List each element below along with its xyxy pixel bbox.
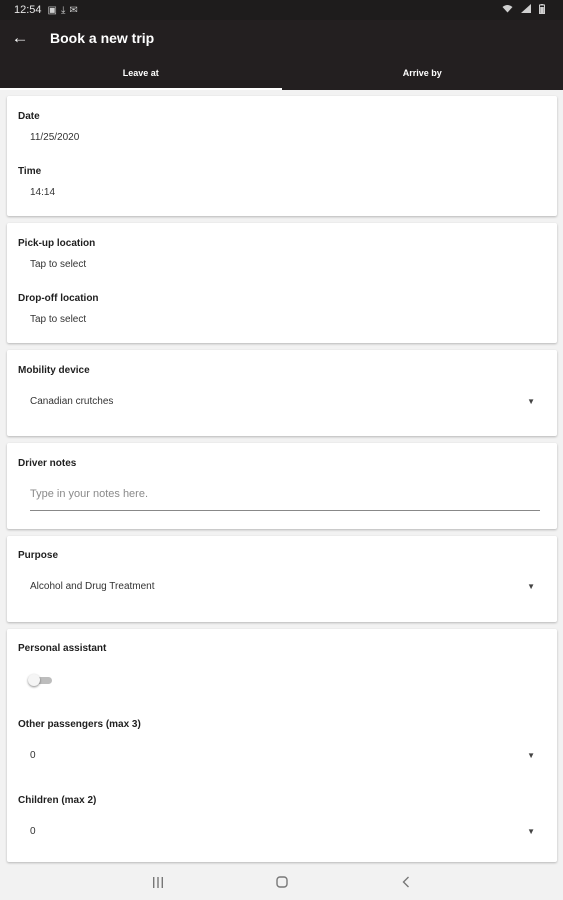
mobility-value: Canadian crutches	[30, 396, 114, 407]
mobility-select[interactable]: Canadian crutches ▼	[7, 388, 557, 414]
time-label: Time	[18, 166, 42, 177]
driver-notes-label: Driver notes	[18, 458, 77, 469]
toggle-knob	[28, 674, 40, 686]
page-title: Book a new trip	[50, 30, 155, 46]
caret-down-icon: ▼	[527, 582, 535, 591]
driver-notes-input[interactable]: Type in your notes here.	[30, 488, 148, 500]
tab-leave-at[interactable]: Leave at	[0, 56, 282, 90]
date-label: Date	[18, 111, 40, 122]
passengers-value: 0	[30, 750, 36, 761]
datetime-card: Date 11/25/2020 Time 14:14	[7, 96, 557, 216]
purpose-card: Purpose Alcohol and Drug Treatment ▼	[7, 536, 557, 622]
mobility-label: Mobility device	[18, 365, 90, 376]
signal-icon	[521, 4, 531, 16]
status-bar: 12:54 ▣ ⤓ ✉	[0, 0, 563, 20]
personal-assistant-label: Personal assistant	[18, 643, 107, 654]
children-label: Children (max 2)	[18, 795, 97, 806]
caret-down-icon: ▼	[527, 751, 535, 760]
passengers-label: Other passengers (max 3)	[18, 719, 141, 730]
status-time: 12:54	[14, 4, 42, 16]
mobility-card: Mobility device Canadian crutches ▼	[7, 350, 557, 436]
passengers-select[interactable]: 0 ▼	[7, 743, 557, 769]
time-field[interactable]: 14:14	[30, 187, 55, 198]
dropoff-field[interactable]: Tap to select	[30, 314, 86, 325]
driver-notes-card: Driver notes Type in your notes here.	[7, 443, 557, 529]
purpose-select[interactable]: Alcohol and Drug Treatment ▼	[7, 574, 557, 600]
download-icon: ⤓	[60, 4, 66, 16]
children-select[interactable]: 0 ▼	[7, 819, 557, 845]
wifi-icon	[502, 4, 513, 16]
recent-apps-icon[interactable]	[96, 876, 220, 891]
system-nav-bar	[0, 866, 563, 900]
back-chevron-icon[interactable]	[344, 876, 468, 891]
children-value: 0	[30, 826, 36, 837]
personal-assistant-toggle[interactable]	[28, 674, 52, 686]
caret-down-icon: ▼	[527, 397, 535, 406]
purpose-label: Purpose	[18, 550, 59, 561]
app-bar: ← Book a new trip	[0, 20, 563, 56]
driver-notes-underline	[30, 510, 540, 511]
image-icon: ▣	[47, 4, 57, 16]
purpose-value: Alcohol and Drug Treatment	[30, 581, 155, 592]
tab-bar: Leave at Arrive by	[0, 56, 563, 90]
extras-card: Personal assistant Other passengers (max…	[7, 629, 557, 862]
date-field[interactable]: 11/25/2020	[30, 132, 79, 143]
locations-card: Pick-up location Tap to select Drop-off …	[7, 223, 557, 343]
pickup-field[interactable]: Tap to select	[30, 259, 86, 270]
pickup-label: Pick-up location	[18, 238, 96, 249]
battery-icon	[539, 3, 545, 17]
email-icon: ✉	[69, 4, 78, 16]
dropoff-label: Drop-off location	[18, 293, 99, 304]
tab-arrive-by[interactable]: Arrive by	[282, 56, 563, 90]
arrow-left-icon[interactable]: ←	[0, 28, 40, 48]
caret-down-icon: ▼	[527, 827, 535, 836]
home-icon[interactable]	[220, 875, 344, 891]
